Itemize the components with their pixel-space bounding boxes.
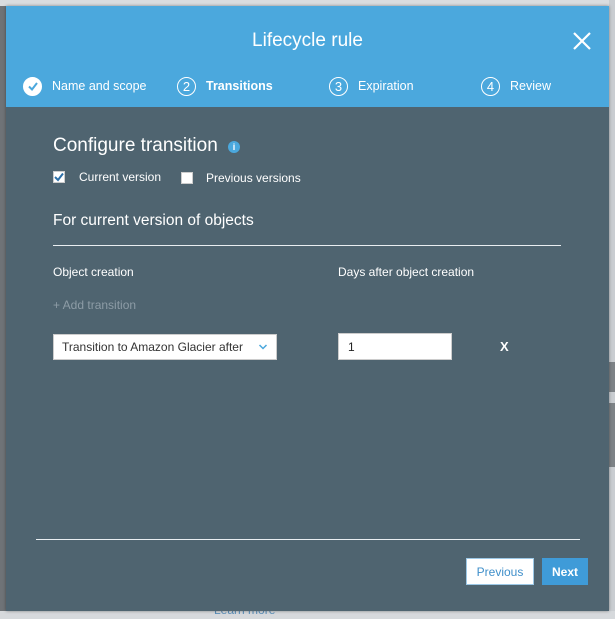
next-button[interactable]: Next bbox=[542, 558, 588, 585]
info-icon[interactable]: i bbox=[228, 141, 240, 153]
step-label: Review bbox=[510, 79, 551, 93]
background-page-band bbox=[609, 362, 615, 392]
days-input[interactable]: 1 bbox=[338, 333, 452, 360]
close-icon bbox=[573, 32, 591, 50]
step-label: Transitions bbox=[206, 79, 273, 93]
remove-transition-button[interactable]: X bbox=[500, 339, 509, 354]
step-review[interactable]: 4 Review bbox=[481, 74, 551, 98]
section-divider bbox=[53, 245, 561, 246]
modal-title: Lifecycle rule bbox=[252, 30, 363, 51]
step-number: 3 bbox=[329, 76, 348, 96]
footer-divider bbox=[36, 539, 580, 540]
background-page-band bbox=[609, 403, 615, 467]
step-label: Name and scope bbox=[52, 79, 147, 93]
background-page-bottom bbox=[0, 611, 615, 619]
object-creation-label: Object creation bbox=[53, 265, 134, 279]
modal-header: Lifecycle rule Name and scope 2 Transiti… bbox=[6, 6, 609, 107]
step-number: 4 bbox=[481, 76, 500, 96]
add-transition-link[interactable]: + Add transition bbox=[53, 298, 136, 312]
step-expiration[interactable]: 3 Expiration bbox=[329, 74, 414, 98]
checkmark-icon bbox=[23, 76, 42, 96]
transition-type-select[interactable]: Transition to Amazon Glacier after bbox=[53, 334, 277, 360]
lifecycle-rule-modal: Lifecycle rule Name and scope 2 Transiti… bbox=[6, 6, 609, 611]
checkmark-icon bbox=[54, 172, 64, 182]
close-button[interactable] bbox=[569, 28, 595, 54]
step-name-and-scope[interactable]: Name and scope bbox=[23, 74, 147, 98]
transition-type-value: Transition to Amazon Glacier after bbox=[62, 340, 243, 354]
step-number: 2 bbox=[177, 76, 196, 96]
days-label: Days after object creation bbox=[338, 265, 475, 279]
chevron-down-icon bbox=[258, 344, 268, 350]
step-transitions[interactable]: 2 Transitions bbox=[177, 74, 273, 98]
previous-button[interactable]: Previous bbox=[466, 558, 534, 585]
current-version-checkbox[interactable] bbox=[53, 171, 65, 183]
current-version-label: Current version bbox=[79, 170, 162, 184]
previous-versions-label: Previous versions bbox=[206, 171, 301, 185]
step-label: Expiration bbox=[358, 79, 414, 93]
sub-title: For current version of objects bbox=[53, 212, 254, 229]
previous-versions-checkbox[interactable] bbox=[181, 172, 193, 184]
section-title: Configure transition bbox=[53, 135, 218, 156]
background-page-right bbox=[609, 0, 615, 619]
